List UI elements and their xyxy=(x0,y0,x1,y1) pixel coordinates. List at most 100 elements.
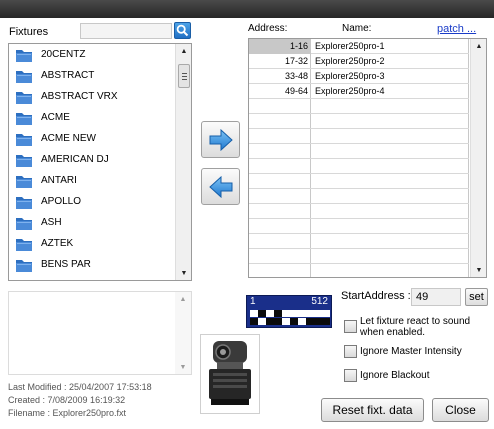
fixture-name: ASH xyxy=(41,217,62,228)
patch-table[interactable]: 1-16 Explorer250pro-1 17-32 Explorer250pro-… xyxy=(248,38,487,278)
dmx-channel-cell xyxy=(274,310,282,317)
scroll-down-icon[interactable]: ▼ xyxy=(176,266,191,280)
fixture-list-item[interactable]: ACME NEW xyxy=(9,128,175,149)
fixture-items: 20CENTZ ABSTRACT ABSTRACT VRX ACME ACME NEW A… xyxy=(9,44,175,281)
fixture-list-item[interactable]: ACME xyxy=(9,107,175,128)
patch-row[interactable]: 33-48 Explorer250pro-3 xyxy=(249,69,469,84)
dmx-end-number: 512 xyxy=(311,296,328,307)
scroll-up-icon[interactable]: ▲ xyxy=(471,39,486,53)
fixture-list-item[interactable]: ANTARI xyxy=(9,170,175,191)
folder-icon xyxy=(16,259,32,272)
dmx-start-number: 1 xyxy=(250,296,256,307)
address-header: Address: xyxy=(248,23,288,34)
scroll-up-icon[interactable]: ▲ xyxy=(176,44,191,58)
dmx-channel-cell xyxy=(258,310,266,317)
dmx-channel-cell xyxy=(250,310,258,317)
last-modified-text: Last Modified : 25/04/2007 17:53:18 xyxy=(8,382,152,392)
patch-row[interactable] xyxy=(249,114,469,129)
folder-icon xyxy=(16,49,32,62)
dmx-channel-cell xyxy=(322,310,330,317)
ignore-master-label: Ignore Master Intensity xyxy=(360,346,462,357)
patch-row[interactable]: 1-16 Explorer250pro-1 xyxy=(249,39,469,54)
remove-fixture-button[interactable] xyxy=(201,168,240,205)
patch-row[interactable] xyxy=(249,234,469,249)
patch-table-scrollbar[interactable]: ▲ ▼ xyxy=(470,39,486,277)
fixture-name: BENS PAR xyxy=(41,259,91,270)
add-fixture-button[interactable] xyxy=(201,121,240,158)
dmx-channel-cell xyxy=(290,310,298,317)
folder-icon xyxy=(16,91,32,104)
created-text: Created : 7/08/2009 16:19:32 xyxy=(8,395,126,405)
fixture-list[interactable]: 20CENTZ ABSTRACT ABSTRACT VRX ACME ACME NEW A… xyxy=(8,43,192,281)
patch-row[interactable] xyxy=(249,219,469,234)
patch-row[interactable] xyxy=(249,159,469,174)
start-address-input[interactable]: 49 xyxy=(411,288,461,306)
fixture-name: ABSTRACT VRX xyxy=(41,91,118,102)
fixtures-label: Fixtures xyxy=(9,26,49,38)
fixture-list-item[interactable]: BIG DIPPER xyxy=(9,275,175,281)
scroll-thumb[interactable] xyxy=(178,64,190,88)
fixture-name: ANTARI xyxy=(41,175,77,186)
start-address-label: StartAddress : xyxy=(341,290,411,302)
sound-react-checkbox[interactable] xyxy=(344,320,357,333)
arrow-left-icon xyxy=(208,175,232,198)
dmx-channel-cell xyxy=(274,318,282,325)
patch-row[interactable]: 17-32 Explorer250pro-2 xyxy=(249,54,469,69)
fixture-name: ACME xyxy=(41,112,70,123)
fixture-name: AZTEK xyxy=(41,238,74,249)
patch-row[interactable] xyxy=(249,129,469,144)
dmx-channel-cell xyxy=(322,318,330,325)
patch-address: 1-16 xyxy=(249,39,311,54)
filename-text: Filename : Explorer250pro.fxt xyxy=(8,408,127,418)
folder-icon xyxy=(16,133,32,146)
dmx-universe-preview: 1 512 xyxy=(246,295,332,328)
fixture-list-item[interactable]: ABSTRACT xyxy=(9,65,175,86)
set-button[interactable]: set xyxy=(465,288,488,306)
fixture-list-item[interactable]: APOLLO xyxy=(9,191,175,212)
folder-icon xyxy=(16,196,32,209)
notes-scrollbar[interactable]: ▲ ▼ xyxy=(175,292,191,374)
scroll-up-icon[interactable]: ▲ xyxy=(175,292,191,306)
patch-name: Explorer250pro-2 xyxy=(315,56,385,66)
dmx-channel-cell xyxy=(250,318,258,325)
patch-row[interactable] xyxy=(249,204,469,219)
title-bar xyxy=(0,0,494,18)
folder-icon xyxy=(16,112,32,125)
arrow-right-icon xyxy=(209,128,233,151)
fixture-list-item[interactable]: BENS PAR xyxy=(9,254,175,275)
reset-fixture-data-button[interactable]: Reset fixt. data xyxy=(321,398,424,422)
patch-row[interactable] xyxy=(249,174,469,189)
dmx-channel-cell xyxy=(282,318,290,325)
fixture-list-item[interactable]: AZTEK xyxy=(9,233,175,254)
ignore-master-checkbox[interactable] xyxy=(344,345,357,358)
patch-address: 17-32 xyxy=(284,56,308,66)
fixture-list-item[interactable]: ASH xyxy=(9,212,175,233)
patch-row[interactable] xyxy=(249,189,469,204)
patch-name: Explorer250pro-3 xyxy=(315,71,385,81)
fixture-list-item[interactable]: AMERICAN DJ xyxy=(9,149,175,170)
patch-row[interactable] xyxy=(249,264,469,277)
scroll-down-icon[interactable]: ▼ xyxy=(471,263,486,277)
patch-row[interactable] xyxy=(249,249,469,264)
folder-icon xyxy=(16,70,32,83)
patch-link[interactable]: patch ... xyxy=(437,23,476,35)
search-button[interactable] xyxy=(174,22,191,39)
patch-name: Explorer250pro-4 xyxy=(315,86,385,96)
dmx-channel-cell xyxy=(258,318,266,325)
fixture-list-scrollbar[interactable]: ▲ ▼ xyxy=(175,44,191,280)
name-header: Name: xyxy=(342,23,372,34)
ignore-blackout-checkbox[interactable] xyxy=(344,369,357,382)
scroll-down-icon[interactable]: ▼ xyxy=(175,360,191,374)
fixture-name: 20CENTZ xyxy=(41,49,86,60)
close-button[interactable]: Close xyxy=(432,398,489,422)
patch-row[interactable] xyxy=(249,144,469,159)
fixture-notes-box: ▲ ▼ xyxy=(8,291,192,375)
fixture-list-item[interactable]: ABSTRACT VRX xyxy=(9,86,175,107)
fixture-search-input[interactable] xyxy=(80,23,172,39)
dmx-channel-cell xyxy=(282,310,290,317)
patch-row[interactable]: 49-64 Explorer250pro-4 xyxy=(249,84,469,99)
fixture-list-item[interactable]: 20CENTZ xyxy=(9,44,175,65)
patch-row[interactable] xyxy=(249,99,469,114)
fixture-name: BIG DIPPER xyxy=(41,280,98,281)
ignore-blackout-label: Ignore Blackout xyxy=(360,370,430,381)
